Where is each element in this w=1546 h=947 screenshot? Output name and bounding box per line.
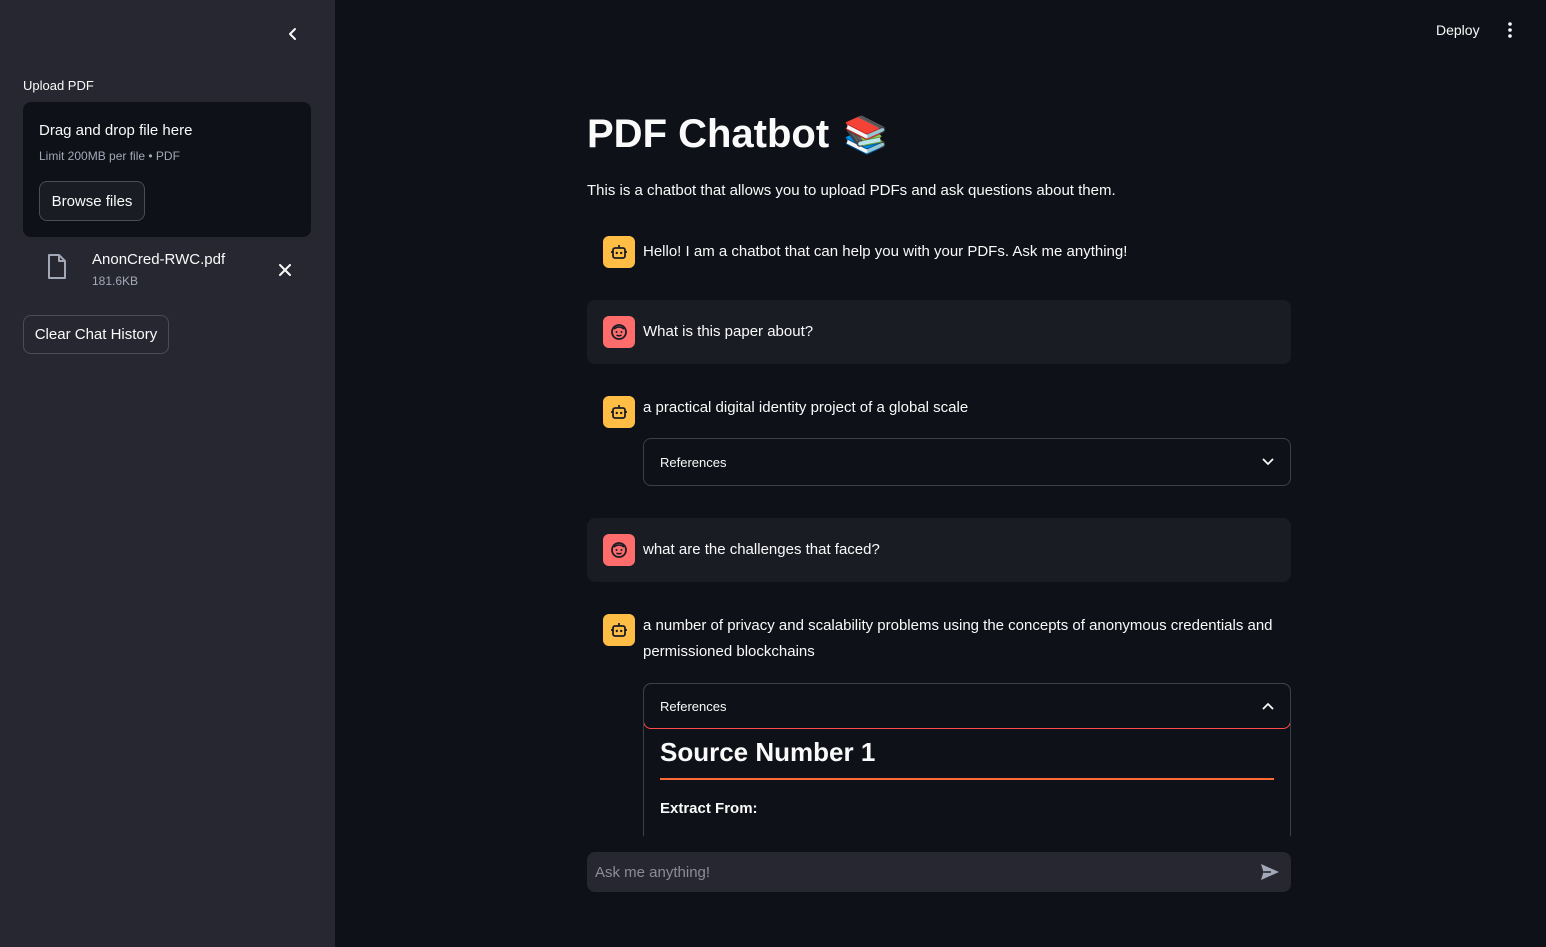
dropzone-title: Drag and drop file here bbox=[39, 122, 193, 139]
sidebar: Upload PDF Drag and drop file here Limit… bbox=[0, 0, 335, 947]
deploy-button[interactable]: Deploy bbox=[1430, 20, 1486, 40]
references-expander[interactable]: References bbox=[643, 438, 1291, 486]
file-name: AnonCred-RWC.pdf bbox=[92, 251, 226, 268]
expander-header[interactable]: References bbox=[644, 439, 1290, 485]
collapse-sidebar-button[interactable] bbox=[281, 22, 305, 46]
books-emoji: 📚 bbox=[843, 113, 889, 155]
expander-header[interactable]: References bbox=[644, 684, 1290, 729]
page-title: PDF Chatbot 📚 bbox=[587, 112, 888, 157]
message-text: a number of privacy and scalability prob… bbox=[643, 617, 1273, 660]
user-avatar bbox=[603, 316, 635, 348]
robot-icon bbox=[611, 245, 627, 259]
chat-message-assistant: Hello! I am a chatbot that can help you … bbox=[587, 228, 1291, 276]
clear-chat-history-button[interactable]: Clear Chat History bbox=[23, 315, 169, 354]
message-text: what are the challenges that faced? bbox=[643, 541, 880, 558]
uploaded-file: AnonCred-RWC.pdf 181.6KB bbox=[23, 246, 311, 292]
page-subtitle: This is a chatbot that allows you to upl… bbox=[587, 182, 1116, 199]
file-size: 181.6KB bbox=[92, 274, 139, 288]
chat-message-assistant: a number of privacy and scalability prob… bbox=[587, 602, 1291, 836]
page-title-text: PDF Chatbot bbox=[587, 112, 830, 156]
user-avatar bbox=[603, 534, 635, 566]
upload-label: Upload PDF bbox=[23, 78, 94, 93]
send-button[interactable] bbox=[1259, 862, 1281, 882]
remove-file-button[interactable] bbox=[275, 260, 295, 280]
chat-message-user: what are the challenges that faced? bbox=[587, 518, 1291, 582]
close-icon bbox=[279, 264, 291, 276]
send-icon bbox=[1261, 864, 1279, 880]
chevron-up-icon bbox=[1262, 703, 1274, 710]
message-text: a practical digital identity project of … bbox=[643, 399, 969, 416]
references-expander[interactable]: References Source Number 1 Extract From: bbox=[643, 683, 1291, 836]
robot-icon bbox=[611, 405, 627, 419]
robot-icon bbox=[611, 623, 627, 637]
bot-avatar bbox=[603, 614, 635, 646]
chevron-down-icon bbox=[1262, 458, 1274, 465]
chevron-left-icon bbox=[289, 28, 296, 40]
file-dropzone[interactable]: Drag and drop file here Limit 200MB per … bbox=[23, 102, 311, 237]
message-text: Hello! I am a chatbot that can help you … bbox=[643, 243, 1128, 260]
chat-input[interactable] bbox=[595, 852, 1245, 892]
chat-message-assistant: a practical digital identity project of … bbox=[587, 384, 1291, 494]
face-icon bbox=[611, 324, 627, 340]
bot-avatar bbox=[603, 396, 635, 428]
chat-input-bar bbox=[587, 852, 1291, 892]
message-text: What is this paper about? bbox=[643, 323, 814, 340]
file-icon bbox=[46, 254, 68, 285]
browse-files-button[interactable]: Browse files bbox=[39, 181, 145, 221]
source-title: Source Number 1 bbox=[660, 737, 1274, 780]
bot-avatar bbox=[603, 236, 635, 268]
main-menu-button[interactable] bbox=[1500, 20, 1520, 40]
expander-label: References bbox=[660, 698, 727, 714]
chat-message-user: What is this paper about? bbox=[587, 300, 1291, 364]
expander-label: References bbox=[660, 454, 727, 470]
face-icon bbox=[611, 542, 627, 558]
more-vertical-icon bbox=[1508, 22, 1512, 38]
dropzone-limit: Limit 200MB per file • PDF bbox=[39, 149, 180, 163]
extract-label: Extract From: bbox=[660, 800, 758, 817]
